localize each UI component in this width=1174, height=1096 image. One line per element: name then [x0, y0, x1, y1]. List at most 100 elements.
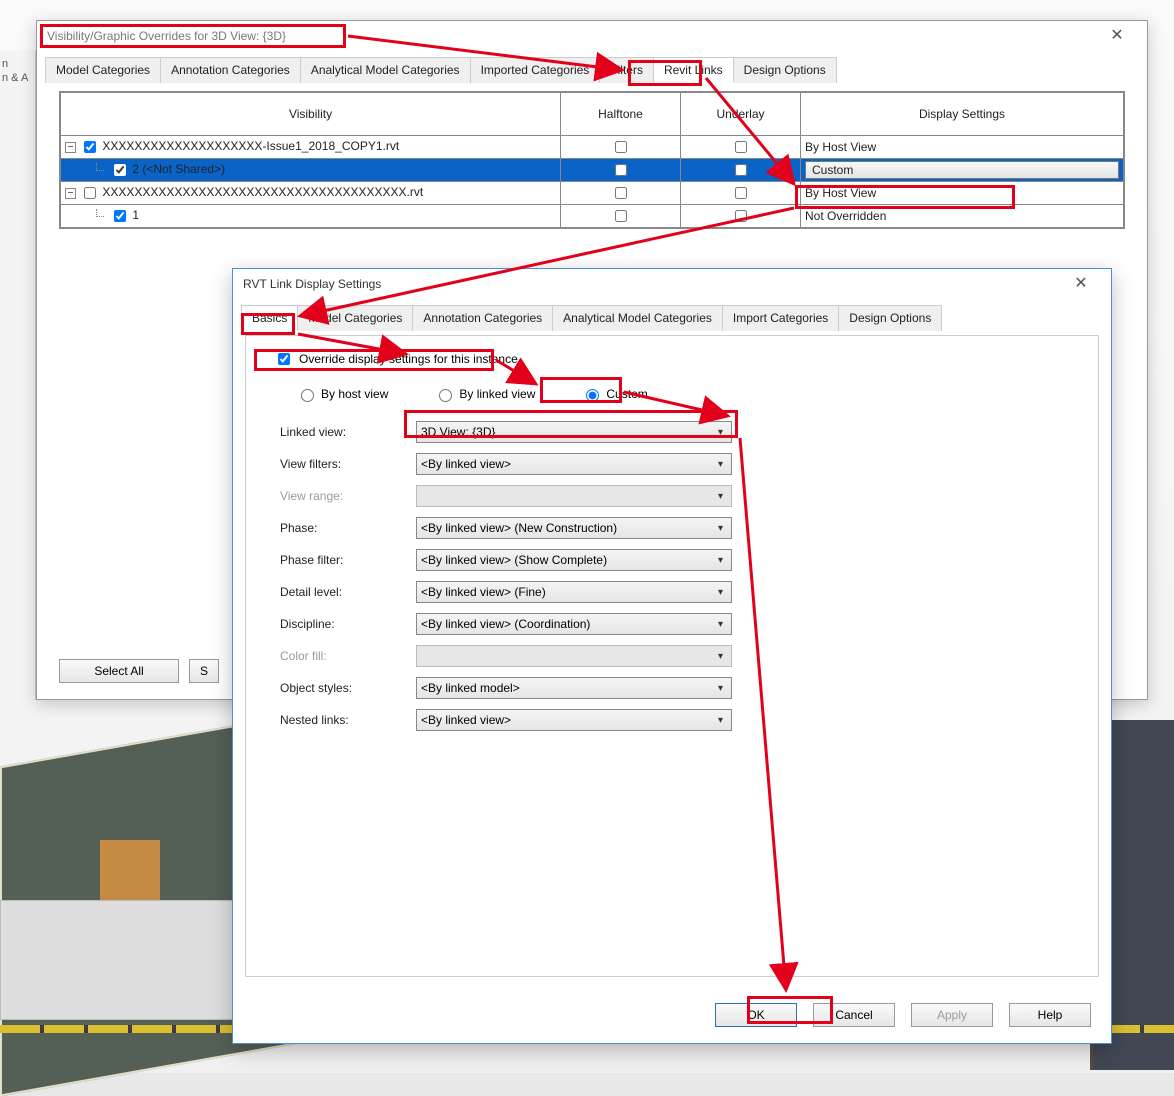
half-checkbox[interactable] — [615, 164, 627, 176]
tab-annotation-categories[interactable]: Annotation Categories — [160, 57, 301, 83]
nested-links-dropdown[interactable]: <By linked view>▾ — [416, 709, 732, 731]
tab-imported-categories[interactable]: Imported Categories — [470, 57, 601, 83]
tab-design-options[interactable]: Design Options — [733, 57, 837, 83]
expand-toggle-icon[interactable]: − — [65, 142, 76, 153]
link-name: 2 (<Not Shared>) — [132, 162, 225, 176]
dropdown-value: <By linked model> — [421, 681, 520, 695]
field-linked-view: Linked view:3D View: {3D}▾ — [266, 416, 1078, 448]
dialog2-titlebar: RVT Link Display Settings ✕ — [233, 269, 1111, 299]
select-all-button[interactable]: Select All — [59, 659, 179, 683]
rvt-link-display-settings-dialog: RVT Link Display Settings ✕ BasicsModel … — [232, 268, 1112, 1044]
visibility-checkbox[interactable] — [114, 210, 126, 222]
tab-model-categories[interactable]: Model Categories — [45, 57, 161, 83]
linked-view-dropdown[interactable]: 3D View: {3D}▾ — [416, 421, 732, 443]
select-none-button-partial[interactable]: S — [189, 659, 219, 683]
link-dialog-footer: OK Cancel Apply Help — [715, 1003, 1091, 1027]
chevron-down-icon: ▾ — [718, 683, 727, 694]
table-row[interactable]: − XXXXXXXXXXXXXXXXXXXXXXXXXXXXXXXXXXXXXX… — [61, 182, 1124, 205]
under-checkbox[interactable] — [735, 210, 747, 222]
field-nested-links: Nested links:<By linked view>▾ — [266, 704, 1078, 736]
help-button[interactable]: Help — [1009, 1003, 1091, 1027]
cancel-button[interactable]: Cancel — [813, 1003, 895, 1027]
field-detail-level: Detail level: <By linked view> (Fine) ▾ — [266, 576, 1078, 608]
apply-button[interactable]: Apply — [911, 1003, 993, 1027]
dialog-titlebar: Visibility/Graphic Overrides for 3D View… — [37, 21, 1147, 51]
field-label: Color fill: — [266, 649, 416, 663]
field-label: Linked view: — [266, 425, 416, 439]
tab-model-categories[interactable]: Model Categories — [297, 305, 413, 331]
chevron-down-icon: ▾ — [718, 651, 727, 662]
col-visibility: Visibility — [61, 93, 561, 136]
link-name: XXXXXXXXXXXXXXXXXXXX-Issue1_2018_COPY1.r… — [102, 139, 399, 153]
link-name: 1 — [132, 208, 139, 222]
override-label: Override display settings for this insta… — [299, 352, 518, 366]
field-color-fill: Color fill: ▾ — [266, 640, 1078, 672]
field-object-styles: Object styles:<By linked model>▾ — [266, 672, 1078, 704]
under-checkbox[interactable] — [735, 187, 747, 199]
ok-button[interactable]: OK — [715, 1003, 797, 1027]
discipline-dropdown[interactable]: <By linked view> (Coordination) ▾ — [416, 613, 732, 635]
tab-revit-links[interactable]: Revit Links — [653, 57, 734, 83]
dropdown-value: <By linked view> (Coordination) — [421, 617, 590, 631]
dialog2-title: RVT Link Display Settings — [243, 269, 381, 299]
under-checkbox[interactable] — [735, 164, 747, 176]
object-styles-dropdown[interactable]: <By linked model> ▾ — [416, 677, 732, 699]
expand-toggle-icon[interactable]: − — [65, 188, 76, 199]
field-label: Phase filter: — [266, 553, 416, 567]
field-view-range: View range:▾ — [266, 480, 1078, 512]
field-label: Detail level: — [266, 585, 416, 599]
display-settings-button[interactable]: Custom — [805, 161, 1119, 179]
tab-analytical-model-categories[interactable]: Analytical Model Categories — [552, 305, 723, 331]
chevron-down-icon: ▾ — [718, 459, 727, 470]
close-icon[interactable]: ✕ — [1061, 269, 1101, 299]
visibility-checkbox[interactable] — [84, 141, 96, 153]
visibility-checkbox[interactable] — [114, 164, 126, 176]
radio-custom[interactable]: Custom — [581, 386, 647, 402]
tab-design-options[interactable]: Design Options — [838, 305, 942, 331]
tab-filters[interactable]: Filters — [599, 57, 654, 83]
chevron-down-icon: ▾ — [718, 619, 727, 630]
chevron-down-icon: ▾ — [718, 523, 727, 534]
view-mode-radios: By host view By linked view Custom — [266, 382, 1078, 416]
phase-dropdown[interactable]: <By linked view> (New Construction)▾ — [416, 517, 732, 539]
link-basics-panel: Override display settings for this insta… — [245, 335, 1099, 977]
half-checkbox[interactable] — [615, 210, 627, 222]
half-checkbox[interactable] — [615, 187, 627, 199]
override-checkbox-row[interactable]: Override display settings for this insta… — [274, 350, 1078, 368]
field-label: Discipline: — [266, 617, 416, 631]
tab-import-categories[interactable]: Import Categories — [722, 305, 839, 331]
view-filters-dropdown[interactable]: <By linked view> ▾ — [416, 453, 732, 475]
half-checkbox[interactable] — [615, 141, 627, 153]
tab-annotation-categories[interactable]: Annotation Categories — [412, 305, 553, 331]
chevron-down-icon: ▾ — [718, 555, 727, 566]
view-range-dropdown: ▾ — [416, 485, 732, 507]
display-settings-value: By Host View — [805, 186, 876, 200]
detail-level-dropdown[interactable]: <By linked view> (Fine) ▾ — [416, 581, 732, 603]
chevron-down-icon: ▾ — [718, 427, 727, 438]
radio-by-linked-view[interactable]: By linked view — [434, 386, 535, 402]
vg-table-wrapper: Visibility Halftone Underlay Display Set… — [59, 91, 1125, 229]
table-row[interactable]: 1Not Overridden — [61, 205, 1124, 228]
tab-basics[interactable]: Basics — [241, 305, 298, 331]
field-phase-filter: Phase filter:<By linked view> (Show Comp… — [266, 544, 1078, 576]
chevron-down-icon: ▾ — [718, 587, 727, 598]
chevron-down-icon: ▾ — [718, 491, 727, 502]
table-row[interactable]: 2 (<Not Shared>) Custom — [61, 159, 1124, 182]
phase-filter-dropdown[interactable]: <By linked view> (Show Complete)▾ — [416, 549, 732, 571]
dropdown-value: <By linked view> — [421, 457, 511, 471]
radio-by-host-view[interactable]: By host view — [296, 386, 388, 402]
override-checkbox[interactable] — [278, 353, 290, 365]
visibility-checkbox[interactable] — [84, 187, 96, 199]
field-phase: Phase:<By linked view> (New Construction… — [266, 512, 1078, 544]
tab-analytical-model-categories[interactable]: Analytical Model Categories — [300, 57, 471, 83]
dialog-title: Visibility/Graphic Overrides for 3D View… — [47, 21, 286, 51]
table-row[interactable]: − XXXXXXXXXXXXXXXXXXXX-Issue1_2018_COPY1… — [61, 136, 1124, 159]
close-icon[interactable]: ✕ — [1097, 21, 1137, 51]
vg-tabstrip: Model CategoriesAnnotation CategoriesAna… — [37, 51, 1147, 83]
dropdown-value: <By linked view> (Fine) — [421, 585, 546, 599]
field-discipline: Discipline:<By linked view> (Coordinatio… — [266, 608, 1078, 640]
col-underlay: Underlay — [681, 93, 801, 136]
under-checkbox[interactable] — [735, 141, 747, 153]
color-fill-dropdown: ▾ — [416, 645, 732, 667]
field-label: Nested links: — [266, 713, 416, 727]
